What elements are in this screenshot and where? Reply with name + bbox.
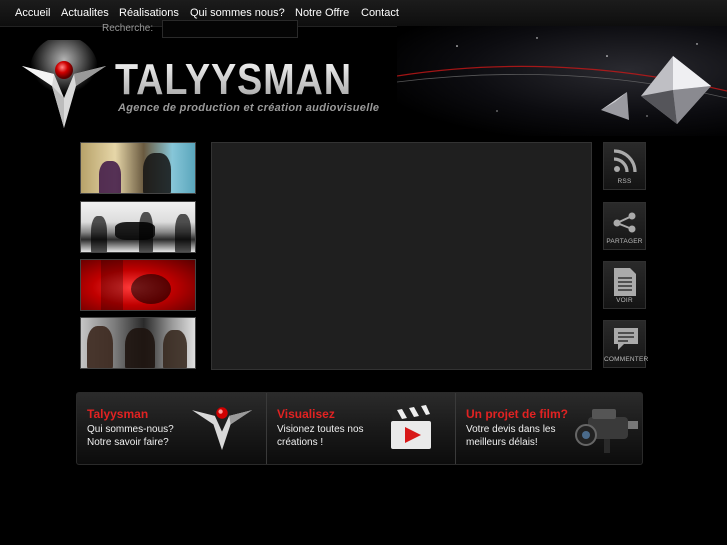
share-label: PARTAGER [606, 238, 643, 245]
promo-title: Un projet de film? [466, 407, 568, 421]
nav-item-notre-offre[interactable]: Notre Offre [295, 7, 349, 19]
promo-line: créations ! [277, 437, 324, 448]
comment-icon [614, 328, 638, 350]
document-icon [614, 268, 636, 296]
promo-projet-film[interactable]: Un projet de film? Votre devis dans les … [456, 393, 643, 464]
nav-item-realisations[interactable]: Réalisations [119, 7, 179, 19]
rss-button[interactable]: RSS [603, 142, 646, 190]
video-player[interactable] [211, 142, 592, 370]
search-input[interactable] [162, 20, 298, 38]
promo-visualisez[interactable]: Visualisez Visionez toutes nos créations… [267, 393, 455, 464]
promo-talyysman[interactable]: Talyysman Qui sommes-nous? Notre savoir … [77, 393, 266, 464]
brand-name: TALYYSMAN [115, 55, 352, 104]
share-button[interactable]: PARTAGER [603, 202, 646, 250]
promo-line: Notre savoir faire? [87, 437, 169, 448]
search-label: Recherche: [102, 23, 154, 34]
share-icon [613, 212, 636, 233]
logo-icon [192, 407, 252, 451]
video-thumbnail[interactable] [80, 317, 196, 369]
crystal-icon [641, 56, 711, 124]
nav-item-actualites[interactable]: Actualites [61, 7, 109, 19]
clapperboard-icon [391, 405, 431, 449]
comment-label: COMMENTER [604, 356, 649, 363]
promo-line: Visionez toutes nos [277, 424, 364, 435]
video-thumbnail[interactable] [80, 259, 196, 311]
video-thumbnail[interactable] [80, 201, 196, 253]
crystal-small-icon [601, 92, 629, 120]
video-thumbnail[interactable] [80, 142, 196, 194]
view-label: VOIR [616, 297, 633, 304]
nav-item-qui-sommes-nous[interactable]: Qui sommes nous? [190, 7, 285, 19]
header-space-background [397, 26, 727, 136]
logo-icon [22, 40, 106, 128]
view-button[interactable]: VOIR [603, 261, 646, 309]
rss-icon [613, 149, 637, 173]
promo-line: Qui sommes-nous? [87, 424, 174, 435]
promo-title: Talyysman [87, 407, 149, 421]
promo-bar: Talyysman Qui sommes-nous? Notre savoir … [76, 392, 643, 465]
comment-button[interactable]: COMMENTER [603, 320, 649, 368]
brand-tagline: Agence de production et création audiovi… [118, 102, 380, 114]
rss-label: RSS [617, 178, 632, 185]
promo-line: meilleurs délais! [466, 437, 538, 448]
promo-title: Visualisez [277, 407, 335, 421]
nav-item-contact[interactable]: Contact [361, 7, 399, 19]
nav-item-accueil[interactable]: Accueil [15, 7, 50, 19]
camera-icon [575, 409, 638, 453]
promo-line: Votre devis dans les [466, 424, 556, 435]
